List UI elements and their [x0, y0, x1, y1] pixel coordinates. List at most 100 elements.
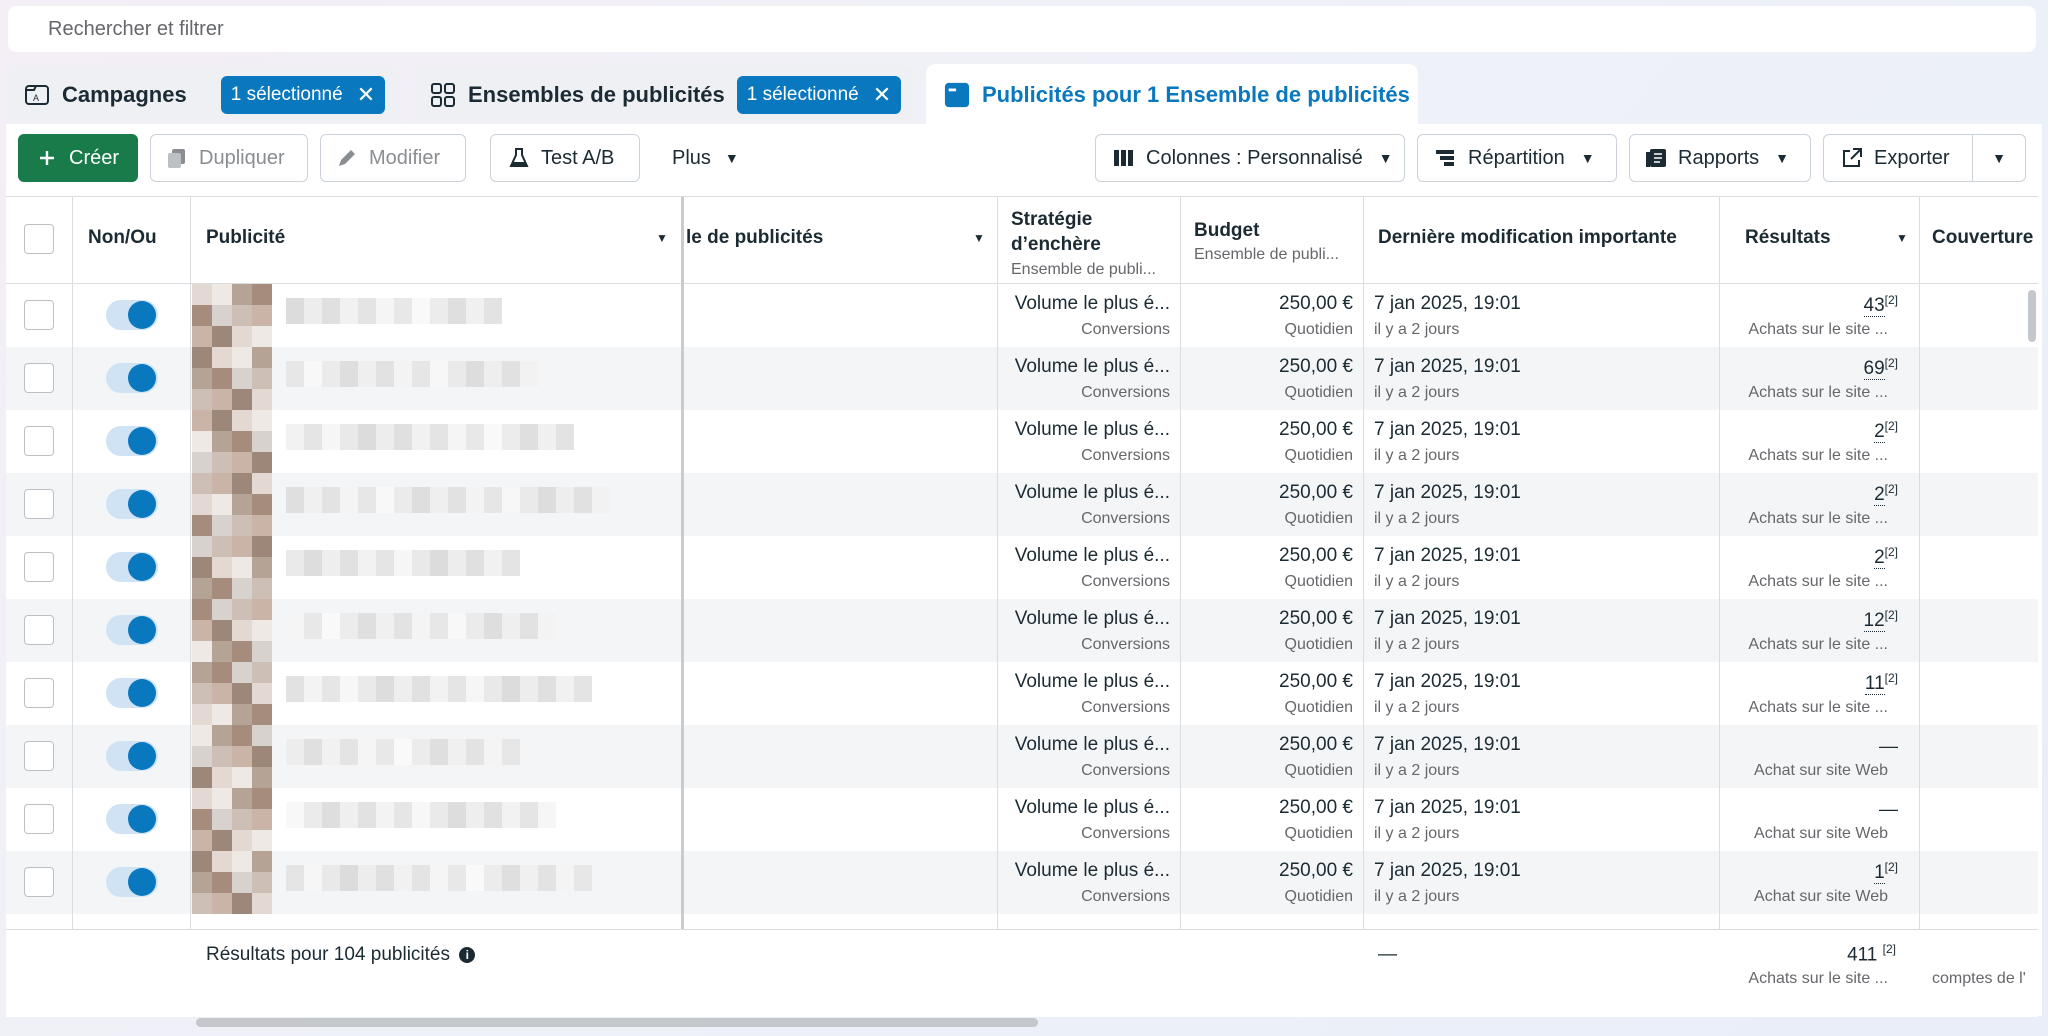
ad-thumbnail[interactable]: [192, 473, 276, 536]
breakdown-button[interactable]: Répartition ▼: [1417, 134, 1617, 182]
table-row[interactable]: Volume le plus é... Conversions 250,00 € Qu…: [6, 473, 2038, 536]
row-checkbox[interactable]: [24, 741, 54, 771]
selection-chip[interactable]: 1 sélectionné ✕: [220, 76, 386, 114]
ad-status-toggle[interactable]: [106, 741, 158, 771]
ad-thumbnail[interactable]: [192, 851, 276, 914]
ad-name-redacted[interactable]: [286, 298, 502, 324]
close-icon[interactable]: ✕: [357, 82, 375, 108]
export-dropdown-button[interactable]: ▼: [1972, 134, 2026, 182]
ad-name-redacted[interactable]: [286, 865, 592, 891]
last-modified-date: 7 jan 2025, 19:01: [1374, 356, 1521, 377]
ad-status-toggle[interactable]: [106, 615, 158, 645]
ad-thumbnail[interactable]: [192, 599, 276, 662]
results-value[interactable]: 69[2]: [1720, 356, 1898, 381]
ad-status-toggle[interactable]: [106, 426, 158, 456]
row-checkbox[interactable]: [24, 678, 54, 708]
table-row[interactable]: Volume le plus é... Conversions 250,00 € Qu…: [6, 284, 2038, 347]
ad-name-redacted[interactable]: [286, 739, 520, 765]
tab-ads[interactable]: Publicités pour 1 Ensemble de publicités: [926, 64, 1418, 126]
ad-thumbnail[interactable]: [192, 725, 276, 788]
ad-status-toggle[interactable]: [106, 300, 158, 330]
results-value[interactable]: 2[2]: [1720, 545, 1898, 570]
ad-thumbnail[interactable]: [192, 788, 276, 851]
select-all-checkbox[interactable]: [24, 224, 54, 254]
ad-thumbnail[interactable]: [192, 410, 276, 473]
vertical-scrollbar[interactable]: [2028, 290, 2036, 342]
results-value[interactable]: —: [1720, 797, 1898, 821]
ad-name-redacted[interactable]: [286, 676, 592, 702]
column-divider: [997, 197, 998, 929]
row-checkbox[interactable]: [24, 489, 54, 519]
ad-status-toggle[interactable]: [106, 867, 158, 897]
row-checkbox[interactable]: [24, 615, 54, 645]
last-modified-ago: il y a 2 jours: [1374, 825, 1460, 842]
edit-button[interactable]: Modifier: [320, 134, 466, 182]
tab-label: Campagnes: [62, 82, 187, 107]
ad-thumbnail[interactable]: [192, 347, 276, 410]
results-note: [2]: [1884, 419, 1898, 433]
ad-status-toggle[interactable]: [106, 678, 158, 708]
footer-summary: Résultats pour 104 publicités i: [206, 944, 476, 966]
row-checkbox[interactable]: [24, 426, 54, 456]
close-icon[interactable]: ✕: [873, 82, 891, 108]
ad-name-redacted[interactable]: [286, 424, 574, 450]
tab-ad-sets[interactable]: Ensembles de publicités 1 sélectionné ✕: [414, 66, 914, 124]
table-row[interactable]: Volume le plus é... Conversions 250,00 € Qu…: [6, 725, 2038, 788]
table-row[interactable]: Volume le plus é... Conversions 250,00 € Qu…: [6, 851, 2038, 914]
results-sub: Achats sur le site ...: [1748, 321, 1888, 338]
row-checkbox[interactable]: [24, 363, 54, 393]
horizontal-scrollbar[interactable]: [196, 1018, 1038, 1027]
results-value[interactable]: 2[2]: [1720, 482, 1898, 507]
selection-chip[interactable]: 1 sélectionné ✕: [736, 76, 902, 114]
tab-campaigns[interactable]: A Campagnes 1 sélectionné ✕: [8, 66, 398, 124]
results-value[interactable]: 12[2]: [1720, 608, 1898, 633]
export-label: Exporter: [1874, 146, 1950, 169]
budget-header-sub: Ensemble de publi...: [1194, 246, 1339, 263]
ad-name-redacted[interactable]: [286, 550, 520, 576]
export-button[interactable]: Exporter: [1823, 134, 1973, 182]
create-button[interactable]: Créer: [18, 134, 138, 182]
table-row[interactable]: Volume le plus é... Conversions 250,00 € Qu…: [6, 410, 2038, 473]
search-input[interactable]: Rechercher et filtrer: [8, 6, 2036, 52]
results-value[interactable]: 43[2]: [1720, 293, 1898, 318]
ad-name-redacted[interactable]: [286, 802, 556, 828]
table-row[interactable]: Volume le plus é... Conversions 250,00 € Qu…: [6, 536, 2038, 599]
reports-button[interactable]: Rapports ▼: [1629, 134, 1811, 182]
info-icon[interactable]: i: [459, 946, 476, 963]
table-row[interactable]: Volume le plus é... Conversions 250,00 € Qu…: [6, 347, 2038, 410]
columns-button[interactable]: Colonnes : Personnalisé ▼: [1095, 134, 1405, 182]
budget-sub: Quotidien: [1284, 447, 1354, 464]
duplicate-button[interactable]: Dupliquer: [150, 134, 308, 182]
ad-status-toggle[interactable]: [106, 363, 158, 393]
table-row[interactable]: Volume le plus é... Conversions 250,00 € Qu…: [6, 662, 2038, 725]
table-row[interactable]: Volume le plus é... Conversions 250,00 € Qu…: [6, 599, 2038, 662]
ad-thumbnail[interactable]: [192, 662, 276, 725]
ad-name-redacted[interactable]: [286, 613, 556, 639]
results-value[interactable]: 11[2]: [1720, 671, 1898, 696]
ad-status-toggle[interactable]: [106, 489, 158, 519]
row-checkbox[interactable]: [24, 867, 54, 897]
ad-status-toggle[interactable]: [106, 552, 158, 582]
caret-down-icon: ▼: [1775, 150, 1790, 166]
more-button[interactable]: Plus ▼: [652, 134, 762, 182]
results-value[interactable]: 1[2]: [1720, 860, 1898, 885]
ad-status-toggle[interactable]: [106, 804, 158, 834]
bid-strategy-sub: Conversions: [1081, 321, 1170, 338]
ad-thumbnail[interactable]: [192, 536, 276, 599]
ad-name-redacted[interactable]: [286, 487, 610, 513]
table-row[interactable]: Volume le plus é... Conversions 250,00 € Qu…: [6, 788, 2038, 851]
ad-name-redacted[interactable]: [286, 361, 538, 387]
results-value[interactable]: —: [1720, 734, 1898, 758]
row-checkbox[interactable]: [24, 300, 54, 330]
row-checkbox[interactable]: [24, 552, 54, 582]
header-bid-strategy[interactable]: Stratégie d’enchère Ensemble de publi...: [1011, 207, 1181, 293]
toggle-knob: [128, 301, 156, 329]
row-checkbox[interactable]: [24, 804, 54, 834]
budget-sub: Quotidien: [1284, 321, 1354, 338]
ab-test-button[interactable]: Test A/B: [490, 134, 640, 182]
toggle-knob: [128, 616, 156, 644]
results-note: [2]: [1884, 608, 1898, 622]
more-label: Plus: [672, 146, 711, 169]
ad-thumbnail[interactable]: [192, 284, 276, 347]
results-value[interactable]: 2[2]: [1720, 419, 1898, 444]
